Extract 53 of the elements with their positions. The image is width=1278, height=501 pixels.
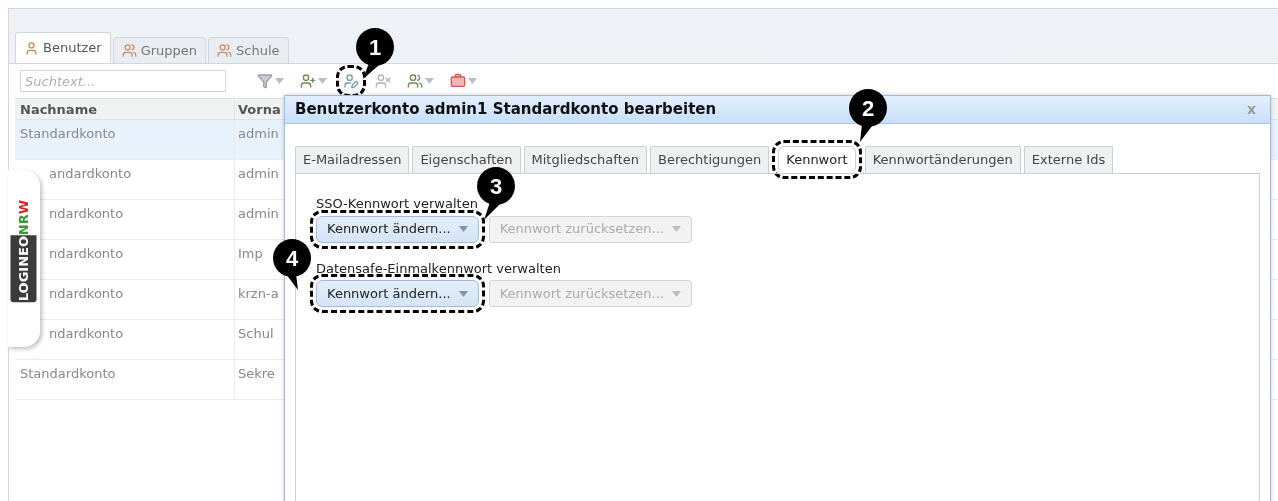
user-icon: [24, 40, 39, 56]
table-cell: ndardkonto: [49, 246, 124, 261]
caret-icon: [458, 290, 468, 297]
section-label: SSO-Kennwort verwalten: [316, 195, 479, 213]
toolbar-button[interactable]: [299, 71, 328, 91]
toolbar-button[interactable]: [406, 71, 435, 91]
group-icon: [407, 73, 423, 89]
logo-text: NRW: [15, 200, 33, 236]
table-cell: Sekre: [238, 366, 275, 381]
table-cell: Standardkonto: [20, 126, 116, 141]
dialog-title: Benutzerkonto admin1 Standardkonto bearbeiten: [295, 99, 717, 121]
search-field[interactable]: Suchtext...: [20, 70, 226, 92]
dialog-tab[interactable]: E-Mailadressen: [295, 146, 410, 173]
dialog-tab[interactable]: Berechtigungen: [649, 146, 770, 173]
toolbar-button[interactable]: [374, 71, 392, 91]
dialog-tab[interactable]: Kennwortänderungen: [864, 146, 1021, 173]
group-icon: [217, 43, 233, 58]
table-cell: ndardkonto: [49, 206, 124, 221]
group-icon: [121, 43, 137, 58]
caret-icon: [671, 226, 681, 232]
caret-icon: [458, 226, 468, 232]
remove-user-icon: [375, 73, 391, 89]
caret-icon: [671, 290, 681, 297]
main-tab[interactable]: Benutzer: [15, 32, 111, 63]
callout-pin: 2: [848, 88, 888, 143]
dialog-tab[interactable]: Externe Ids: [1023, 146, 1114, 173]
caret-icon: [275, 78, 284, 84]
table-cell: Standardkonto: [20, 366, 116, 381]
main-tab[interactable]: Schule: [208, 37, 289, 63]
table-cell: admin: [238, 166, 279, 181]
section-label: Datensafe-Einmalkennwort verwalten: [316, 259, 562, 278]
dialog-tab[interactable]: Mitgliedschaften: [523, 146, 647, 173]
callout-pin: 1: [355, 27, 395, 82]
add-user-icon: [300, 73, 316, 89]
caret-icon: [318, 78, 327, 84]
callout-pin: 3: [476, 166, 516, 221]
column-header[interactable]: Nachname: [15, 99, 235, 119]
logo-text: LOGINEO: [11, 235, 37, 303]
filter-icon: [257, 73, 273, 89]
table-cell: ndardkonto: [49, 286, 124, 301]
briefcase-icon: [450, 73, 466, 89]
caret-icon: [468, 78, 477, 84]
toolbar-button[interactable]: [256, 71, 285, 91]
table-cell: andardkonto: [49, 166, 132, 181]
dialog-tab[interactable]: Eigenschaften: [412, 146, 521, 173]
table-cell: Schul: [238, 326, 274, 341]
edit-user-icon: [343, 73, 359, 89]
table-cell: ndardkonto: [49, 326, 124, 341]
table-cell: admin: [238, 206, 279, 221]
table-cell: admin: [238, 126, 279, 141]
caret-icon: [425, 78, 434, 84]
table-cell: Imp: [238, 246, 263, 261]
main-tab[interactable]: Gruppen: [112, 37, 207, 63]
